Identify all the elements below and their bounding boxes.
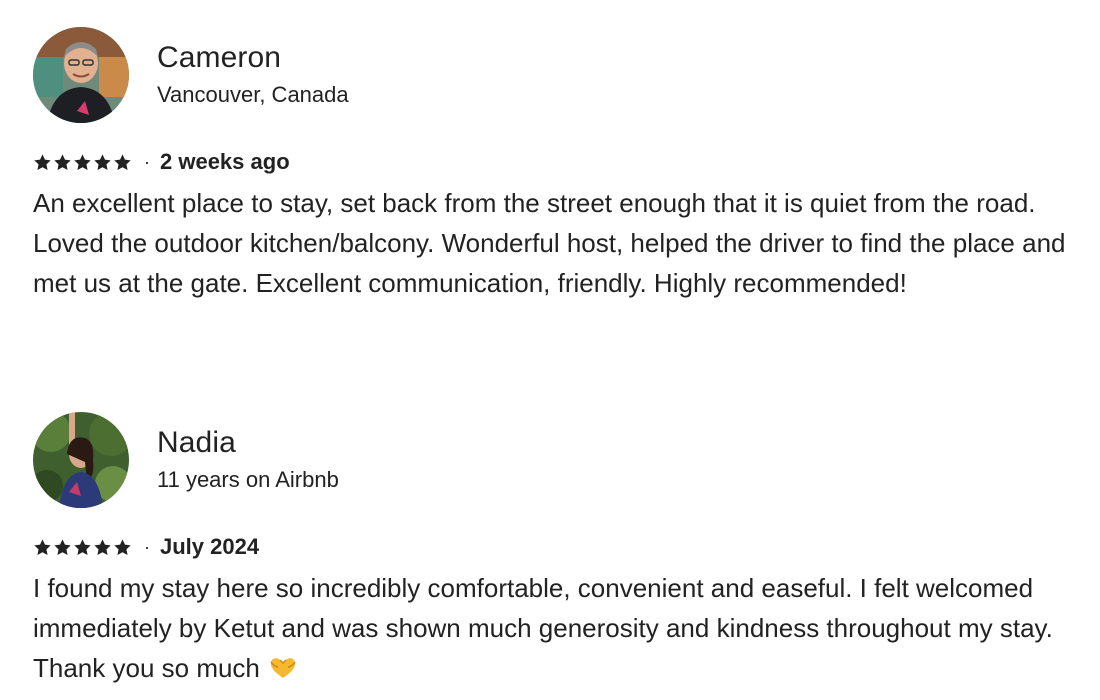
- reviewer-location: Vancouver, Canada: [157, 81, 349, 107]
- review-text: An excellent place to stay, set back fro…: [33, 188, 1066, 298]
- star-icon: [74, 538, 91, 555]
- star-icon: [114, 153, 131, 170]
- review-card: Nadia 11 years on Airbnb · July 2024 I f…: [33, 411, 1073, 688]
- heart-hands-icon: [270, 658, 296, 678]
- reviewer-name[interactable]: Cameron: [157, 40, 349, 76]
- avatar[interactable]: [33, 26, 129, 123]
- reviewer-header: Nadia 11 years on Airbnb: [33, 411, 1073, 508]
- review-date: July 2024: [160, 534, 260, 559]
- rating-row: · 2 weeks ago: [33, 147, 1073, 177]
- reviewer-tenure: 11 years on Airbnb: [157, 466, 339, 492]
- review-card: Cameron Vancouver, Canada · 2 weeks ago …: [33, 26, 1073, 303]
- star-rating: [33, 538, 132, 557]
- star-icon: [74, 153, 91, 170]
- separator-dot: ·: [144, 537, 150, 557]
- rating-row: · July 2024: [33, 532, 1073, 562]
- avatar[interactable]: [33, 411, 129, 508]
- review-text-container: I found my stay here so incredibly comfo…: [33, 568, 1073, 688]
- star-icon: [34, 153, 51, 170]
- star-icon: [94, 153, 111, 170]
- review-date: 2 weeks ago: [160, 149, 290, 174]
- separator-dot: ·: [144, 152, 150, 172]
- star-icon: [94, 538, 111, 555]
- review-text: I found my stay here so incredibly comfo…: [33, 573, 1053, 683]
- star-icon: [54, 153, 71, 170]
- reviewer-info: Nadia 11 years on Airbnb: [157, 425, 339, 495]
- star-icon: [54, 538, 71, 555]
- reviewer-info: Cameron Vancouver, Canada: [157, 40, 349, 110]
- star-icon: [114, 538, 131, 555]
- reviewer-header: Cameron Vancouver, Canada: [33, 26, 1073, 123]
- star-rating: [33, 153, 132, 172]
- reviewer-name[interactable]: Nadia: [157, 425, 339, 461]
- star-icon: [34, 538, 51, 555]
